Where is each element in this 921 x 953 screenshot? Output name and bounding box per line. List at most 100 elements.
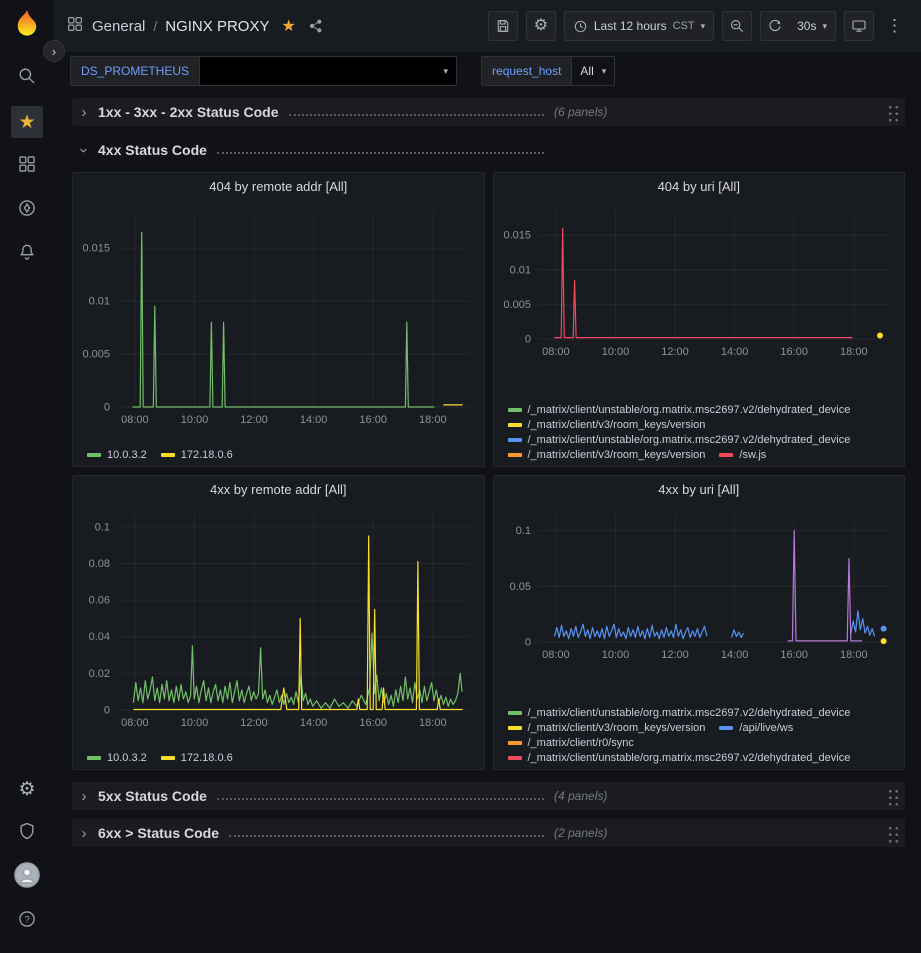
legend-item[interactable]: /_matrix/client/v3/room_keys/version	[508, 449, 706, 461]
svg-text:16:00: 16:00	[359, 414, 387, 426]
sidebar-item-alerting[interactable]	[7, 232, 47, 276]
legend-item[interactable]: 172.18.0.6	[161, 752, 233, 764]
chevron-right-icon: ›	[76, 788, 92, 805]
panel-title[interactable]: 404 by uri [All]	[494, 173, 905, 201]
share-icon[interactable]	[308, 18, 324, 34]
save-icon	[495, 18, 511, 34]
row-dotted-filler	[217, 152, 544, 154]
favorite-star-icon[interactable]: ★	[281, 16, 295, 36]
legend-item[interactable]: 172.18.0.6	[161, 449, 233, 461]
legend-label: /sw.js	[739, 449, 766, 461]
svg-text:14:00: 14:00	[720, 346, 748, 358]
row-panel-count: (6 panels)	[554, 105, 607, 119]
breadcrumb-separator: /	[153, 18, 157, 34]
svg-text:12:00: 12:00	[240, 717, 268, 729]
dashboard-settings-button[interactable]: ⚙	[526, 11, 556, 41]
legend-item[interactable]: /_matrix/client/r0/sync	[508, 737, 634, 749]
breadcrumb-dashboard-title[interactable]: NGINX PROXY	[165, 18, 269, 35]
kebab-menu-icon[interactable]: ⋮	[882, 16, 907, 36]
legend-item[interactable]: /_matrix/client/unstable/org.matrix.msc2…	[508, 752, 851, 764]
dashboards-grid-icon	[17, 154, 37, 179]
star-icon: ★	[11, 106, 43, 138]
chevron-right-icon: ›	[76, 825, 92, 842]
svg-text:10:00: 10:00	[601, 346, 629, 358]
legend-item[interactable]: 10.0.3.2	[87, 449, 147, 461]
time-series-chart[interactable]: 00.0050.010.01508:0010:0012:0014:0016:00…	[494, 201, 905, 366]
legend-swatch	[508, 711, 522, 715]
sidebar-item-admin[interactable]	[7, 811, 47, 855]
row-5xx[interactable]: › 5xx Status Code (4 panels)	[72, 782, 905, 810]
row-dotted-filler	[229, 835, 544, 837]
legend-swatch	[508, 438, 522, 442]
variable-host-value-dropdown[interactable]: All ▾	[571, 56, 615, 86]
variable-ds-label[interactable]: DS_PROMETHEUS	[70, 56, 199, 86]
legend-item[interactable]: /_matrix/client/unstable/org.matrix.msc2…	[508, 434, 851, 446]
breadcrumb: General / NGINX PROXY ★	[66, 15, 324, 38]
clock-icon	[573, 19, 588, 34]
row-4xx[interactable]: › 4xx Status Code	[72, 136, 905, 164]
panel-title[interactable]: 404 by remote addr [All]	[73, 173, 484, 201]
legend-label: /api/live/ws	[739, 722, 793, 734]
row-panel-count: (2 panels)	[554, 826, 607, 840]
svg-text:16:00: 16:00	[780, 649, 808, 661]
grafana-logo-icon[interactable]	[10, 8, 44, 42]
panel-title[interactable]: 4xx by uri [All]	[494, 476, 905, 504]
row-dotted-filler	[289, 114, 544, 116]
monitor-icon	[851, 18, 867, 34]
variables-submenu: DS_PROMETHEUS ▾ request_host All ▾	[54, 52, 921, 90]
legend-item[interactable]: /_matrix/client/unstable/org.matrix.msc2…	[508, 404, 851, 416]
save-dashboard-button[interactable]	[488, 11, 518, 41]
variable-host-label[interactable]: request_host	[481, 56, 571, 86]
time-range-label: Last 12 hours	[594, 19, 667, 33]
shield-icon	[17, 821, 37, 846]
chevron-right-icon: ›	[76, 104, 92, 121]
legend-item[interactable]: /api/live/ws	[719, 722, 793, 734]
svg-text:0: 0	[524, 334, 530, 346]
topbar: General / NGINX PROXY ★ ⚙ Last 12 hours	[54, 0, 921, 52]
row-6xx[interactable]: › 6xx > Status Code (2 panels)	[72, 819, 905, 847]
time-series-chart[interactable]: 00.050.108:0010:0012:0014:0016:0018:00	[494, 504, 905, 669]
legend-label: /_matrix/client/v3/room_keys/version	[528, 449, 706, 461]
sidebar-item-help[interactable]: ?	[7, 899, 47, 943]
time-range-picker[interactable]: Last 12 hours CST ▾	[564, 11, 714, 41]
zoom-out-button[interactable]	[722, 11, 752, 41]
row-1xx-3xx-2xx[interactable]: › 1xx - 3xx - 2xx Status Code (6 panels)	[72, 98, 905, 126]
legend-item[interactable]: /_matrix/client/v3/room_keys/version	[508, 722, 706, 734]
panel-404-by-uri: 404 by uri [All] 00.0050.010.01508:0010:…	[493, 172, 906, 467]
sidebar-collapse-toggle[interactable]: ›	[43, 40, 65, 62]
variable-request-host: request_host All ▾	[481, 56, 615, 86]
sidebar-item-search[interactable]	[7, 56, 47, 100]
sidebar-item-dashboards[interactable]	[7, 144, 47, 188]
row-drag-handle[interactable]	[886, 824, 899, 843]
refresh-button[interactable]	[760, 11, 790, 41]
legend-swatch	[161, 453, 175, 457]
caret-down-icon: ▾	[602, 66, 607, 77]
legend-label: /_matrix/client/v3/room_keys/version	[528, 419, 706, 431]
sidebar-item-starred[interactable]: ★	[7, 100, 47, 144]
panel-title[interactable]: 4xx by remote addr [All]	[73, 476, 484, 504]
variable-ds-value-dropdown[interactable]: ▾	[199, 56, 457, 86]
refresh-interval-picker[interactable]: 30s ▾	[789, 11, 836, 41]
svg-text:0.01: 0.01	[509, 264, 530, 276]
time-series-chart[interactable]: 00.020.040.060.080.108:0010:0012:0014:00…	[73, 504, 484, 737]
time-series-chart[interactable]: 00.0050.010.01508:0010:0012:0014:0016:00…	[73, 201, 484, 434]
sidebar-item-explore[interactable]	[7, 188, 47, 232]
breadcrumb-folder[interactable]: General	[92, 18, 145, 35]
svg-text:0.1: 0.1	[515, 525, 530, 537]
refresh-interval-label: 30s	[797, 19, 816, 33]
svg-text:12:00: 12:00	[661, 649, 689, 661]
row-drag-handle[interactable]	[886, 103, 899, 122]
svg-text:0.05: 0.05	[509, 581, 530, 593]
sidebar-item-configuration[interactable]: ⚙	[7, 767, 47, 811]
legend-item[interactable]: /sw.js	[719, 449, 766, 461]
row-drag-handle[interactable]	[886, 787, 899, 806]
svg-text:12:00: 12:00	[661, 346, 689, 358]
svg-text:18:00: 18:00	[419, 414, 447, 426]
legend-item[interactable]: /_matrix/client/unstable/org.matrix.msc2…	[508, 707, 851, 719]
tv-mode-button[interactable]	[844, 11, 874, 41]
legend-item[interactable]: /_matrix/client/v3/room_keys/version	[508, 419, 706, 431]
sidebar-item-profile[interactable]	[7, 855, 47, 899]
legend-item[interactable]: 10.0.3.2	[87, 752, 147, 764]
svg-text:08:00: 08:00	[121, 717, 149, 729]
main-area: General / NGINX PROXY ★ ⚙ Last 12 hours	[54, 0, 921, 953]
